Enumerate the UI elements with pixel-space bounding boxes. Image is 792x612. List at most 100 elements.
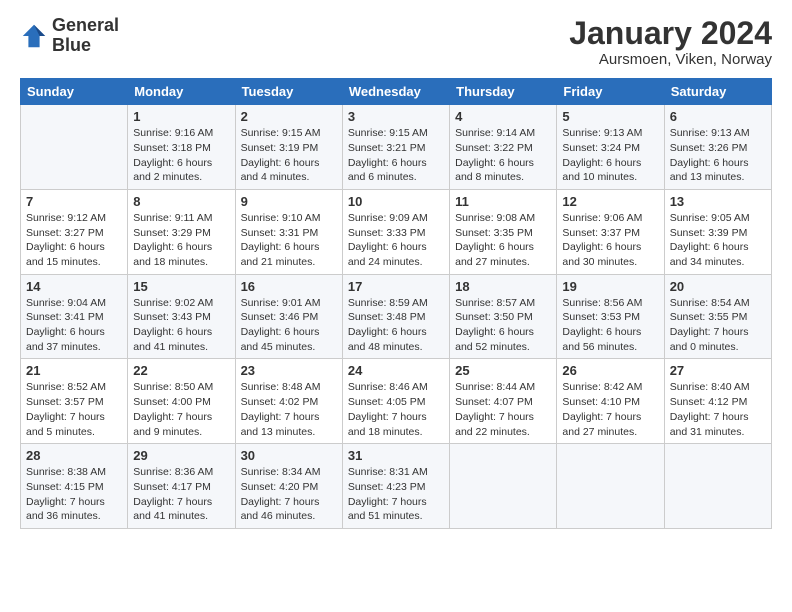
week-row-4: 21 Sunrise: 8:52 AM Sunset: 3:57 PM Dayli… bbox=[21, 359, 772, 444]
calendar-cell: 3 Sunrise: 9:15 AM Sunset: 3:21 PM Daylig… bbox=[342, 105, 449, 190]
day-info: Sunrise: 8:44 AM Sunset: 4:07 PM Dayligh… bbox=[455, 380, 551, 439]
calendar-cell: 14 Sunrise: 9:04 AM Sunset: 3:41 PM Dayli… bbox=[21, 274, 128, 359]
day-number: 29 bbox=[133, 448, 229, 463]
day-info: Sunrise: 8:50 AM Sunset: 4:00 PM Dayligh… bbox=[133, 380, 229, 439]
day-number: 11 bbox=[455, 194, 551, 209]
day-info: Sunrise: 9:16 AM Sunset: 3:18 PM Dayligh… bbox=[133, 126, 229, 185]
weekday-header-monday: Monday bbox=[128, 79, 235, 105]
calendar-cell: 18 Sunrise: 8:57 AM Sunset: 3:50 PM Dayli… bbox=[450, 274, 557, 359]
day-number: 5 bbox=[562, 109, 658, 124]
calendar-cell: 10 Sunrise: 9:09 AM Sunset: 3:33 PM Dayli… bbox=[342, 189, 449, 274]
day-info: Sunrise: 9:15 AM Sunset: 3:19 PM Dayligh… bbox=[241, 126, 337, 185]
day-info: Sunrise: 9:11 AM Sunset: 3:29 PM Dayligh… bbox=[133, 211, 229, 270]
calendar-cell: 13Sunrise: 9:05 AM Sunset: 3:39 PM Dayli… bbox=[664, 189, 771, 274]
day-number: 21 bbox=[26, 363, 122, 378]
week-row-1: 1 Sunrise: 9:16 AM Sunset: 3:18 PM Daylig… bbox=[21, 105, 772, 190]
location: Aursmoen, Viken, Norway bbox=[569, 51, 772, 68]
day-info: Sunrise: 8:52 AM Sunset: 3:57 PM Dayligh… bbox=[26, 380, 122, 439]
day-number: 17 bbox=[348, 279, 444, 294]
calendar-cell: 28 Sunrise: 8:38 AM Sunset: 4:15 PM Dayli… bbox=[21, 444, 128, 529]
calendar-cell: 21 Sunrise: 8:52 AM Sunset: 3:57 PM Dayli… bbox=[21, 359, 128, 444]
day-info: Sunrise: 9:12 AM Sunset: 3:27 PM Dayligh… bbox=[26, 211, 122, 270]
calendar-cell: 31Sunrise: 8:31 AM Sunset: 4:23 PM Dayli… bbox=[342, 444, 449, 529]
calendar-cell: 20Sunrise: 8:54 AM Sunset: 3:55 PM Dayli… bbox=[664, 274, 771, 359]
weekday-header-sunday: Sunday bbox=[21, 79, 128, 105]
day-number: 2 bbox=[241, 109, 337, 124]
month-title: January 2024 bbox=[569, 16, 772, 51]
day-info: Sunrise: 8:46 AM Sunset: 4:05 PM Dayligh… bbox=[348, 380, 444, 439]
weekday-header-row: SundayMondayTuesdayWednesdayThursdayFrid… bbox=[21, 79, 772, 105]
calendar-cell: 17 Sunrise: 8:59 AM Sunset: 3:48 PM Dayli… bbox=[342, 274, 449, 359]
day-number: 8 bbox=[133, 194, 229, 209]
calendar-cell bbox=[664, 444, 771, 529]
day-number: 20 bbox=[670, 279, 766, 294]
calendar-cell: 9 Sunrise: 9:10 AM Sunset: 3:31 PM Daylig… bbox=[235, 189, 342, 274]
day-number: 26 bbox=[562, 363, 658, 378]
calendar-cell: 19Sunrise: 8:56 AM Sunset: 3:53 PM Dayli… bbox=[557, 274, 664, 359]
day-number: 23 bbox=[241, 363, 337, 378]
day-number: 1 bbox=[133, 109, 229, 124]
day-number: 15 bbox=[133, 279, 229, 294]
day-number: 14 bbox=[26, 279, 122, 294]
calendar-cell: 29 Sunrise: 8:36 AM Sunset: 4:17 PM Dayli… bbox=[128, 444, 235, 529]
calendar-cell: 30Sunrise: 8:34 AM Sunset: 4:20 PM Dayli… bbox=[235, 444, 342, 529]
day-info: Sunrise: 8:31 AM Sunset: 4:23 PM Dayligh… bbox=[348, 465, 444, 524]
calendar-cell bbox=[21, 105, 128, 190]
day-number: 28 bbox=[26, 448, 122, 463]
calendar-cell: 26 Sunrise: 8:42 AM Sunset: 4:10 PM Dayli… bbox=[557, 359, 664, 444]
week-row-3: 14 Sunrise: 9:04 AM Sunset: 3:41 PM Dayli… bbox=[21, 274, 772, 359]
day-number: 19 bbox=[562, 279, 658, 294]
calendar-cell bbox=[450, 444, 557, 529]
day-info: Sunrise: 9:09 AM Sunset: 3:33 PM Dayligh… bbox=[348, 211, 444, 270]
day-info: Sunrise: 9:13 AM Sunset: 3:24 PM Dayligh… bbox=[562, 126, 658, 185]
day-info: Sunrise: 9:08 AM Sunset: 3:35 PM Dayligh… bbox=[455, 211, 551, 270]
day-info: Sunrise: 9:04 AM Sunset: 3:41 PM Dayligh… bbox=[26, 296, 122, 355]
calendar-cell: 11 Sunrise: 9:08 AM Sunset: 3:35 PM Dayli… bbox=[450, 189, 557, 274]
day-info: Sunrise: 8:36 AM Sunset: 4:17 PM Dayligh… bbox=[133, 465, 229, 524]
calendar-cell: 15 Sunrise: 9:02 AM Sunset: 3:43 PM Dayli… bbox=[128, 274, 235, 359]
day-info: Sunrise: 9:02 AM Sunset: 3:43 PM Dayligh… bbox=[133, 296, 229, 355]
calendar-cell: 22 Sunrise: 8:50 AM Sunset: 4:00 PM Dayli… bbox=[128, 359, 235, 444]
week-row-5: 28 Sunrise: 8:38 AM Sunset: 4:15 PM Dayli… bbox=[21, 444, 772, 529]
weekday-header-thursday: Thursday bbox=[450, 79, 557, 105]
day-number: 12 bbox=[562, 194, 658, 209]
day-info: Sunrise: 8:38 AM Sunset: 4:15 PM Dayligh… bbox=[26, 465, 122, 524]
calendar-cell: 6 Sunrise: 9:13 AM Sunset: 3:26 PM Daylig… bbox=[664, 105, 771, 190]
day-number: 13 bbox=[670, 194, 766, 209]
logo-text: General Blue bbox=[52, 16, 119, 56]
calendar-cell: 7Sunrise: 9:12 AM Sunset: 3:27 PM Daylig… bbox=[21, 189, 128, 274]
calendar-cell: 23 Sunrise: 8:48 AM Sunset: 4:02 PM Dayli… bbox=[235, 359, 342, 444]
day-number: 9 bbox=[241, 194, 337, 209]
day-info: Sunrise: 9:10 AM Sunset: 3:31 PM Dayligh… bbox=[241, 211, 337, 270]
day-number: 27 bbox=[670, 363, 766, 378]
weekday-header-friday: Friday bbox=[557, 79, 664, 105]
weekday-header-tuesday: Tuesday bbox=[235, 79, 342, 105]
day-info: Sunrise: 8:48 AM Sunset: 4:02 PM Dayligh… bbox=[241, 380, 337, 439]
logo-icon bbox=[20, 22, 48, 50]
day-number: 4 bbox=[455, 109, 551, 124]
calendar-cell: 12 Sunrise: 9:06 AM Sunset: 3:37 PM Dayli… bbox=[557, 189, 664, 274]
logo: General Blue bbox=[20, 16, 119, 56]
day-number: 16 bbox=[241, 279, 337, 294]
day-number: 18 bbox=[455, 279, 551, 294]
day-info: Sunrise: 8:42 AM Sunset: 4:10 PM Dayligh… bbox=[562, 380, 658, 439]
day-info: Sunrise: 8:40 AM Sunset: 4:12 PM Dayligh… bbox=[670, 380, 766, 439]
calendar-cell: 2 Sunrise: 9:15 AM Sunset: 3:19 PM Daylig… bbox=[235, 105, 342, 190]
page: General Blue January 2024 Aursmoen, Vike… bbox=[0, 0, 792, 612]
day-info: Sunrise: 9:13 AM Sunset: 3:26 PM Dayligh… bbox=[670, 126, 766, 185]
calendar-cell: 8 Sunrise: 9:11 AM Sunset: 3:29 PM Daylig… bbox=[128, 189, 235, 274]
day-info: Sunrise: 9:06 AM Sunset: 3:37 PM Dayligh… bbox=[562, 211, 658, 270]
calendar-cell bbox=[557, 444, 664, 529]
day-info: Sunrise: 9:14 AM Sunset: 3:22 PM Dayligh… bbox=[455, 126, 551, 185]
day-info: Sunrise: 9:15 AM Sunset: 3:21 PM Dayligh… bbox=[348, 126, 444, 185]
day-info: Sunrise: 8:57 AM Sunset: 3:50 PM Dayligh… bbox=[455, 296, 551, 355]
day-number: 30 bbox=[241, 448, 337, 463]
day-info: Sunrise: 9:01 AM Sunset: 3:46 PM Dayligh… bbox=[241, 296, 337, 355]
day-number: 3 bbox=[348, 109, 444, 124]
calendar-cell: 27 Sunrise: 8:40 AM Sunset: 4:12 PM Dayli… bbox=[664, 359, 771, 444]
day-number: 22 bbox=[133, 363, 229, 378]
day-number: 6 bbox=[670, 109, 766, 124]
day-info: Sunrise: 8:59 AM Sunset: 3:48 PM Dayligh… bbox=[348, 296, 444, 355]
day-number: 24 bbox=[348, 363, 444, 378]
day-number: 10 bbox=[348, 194, 444, 209]
